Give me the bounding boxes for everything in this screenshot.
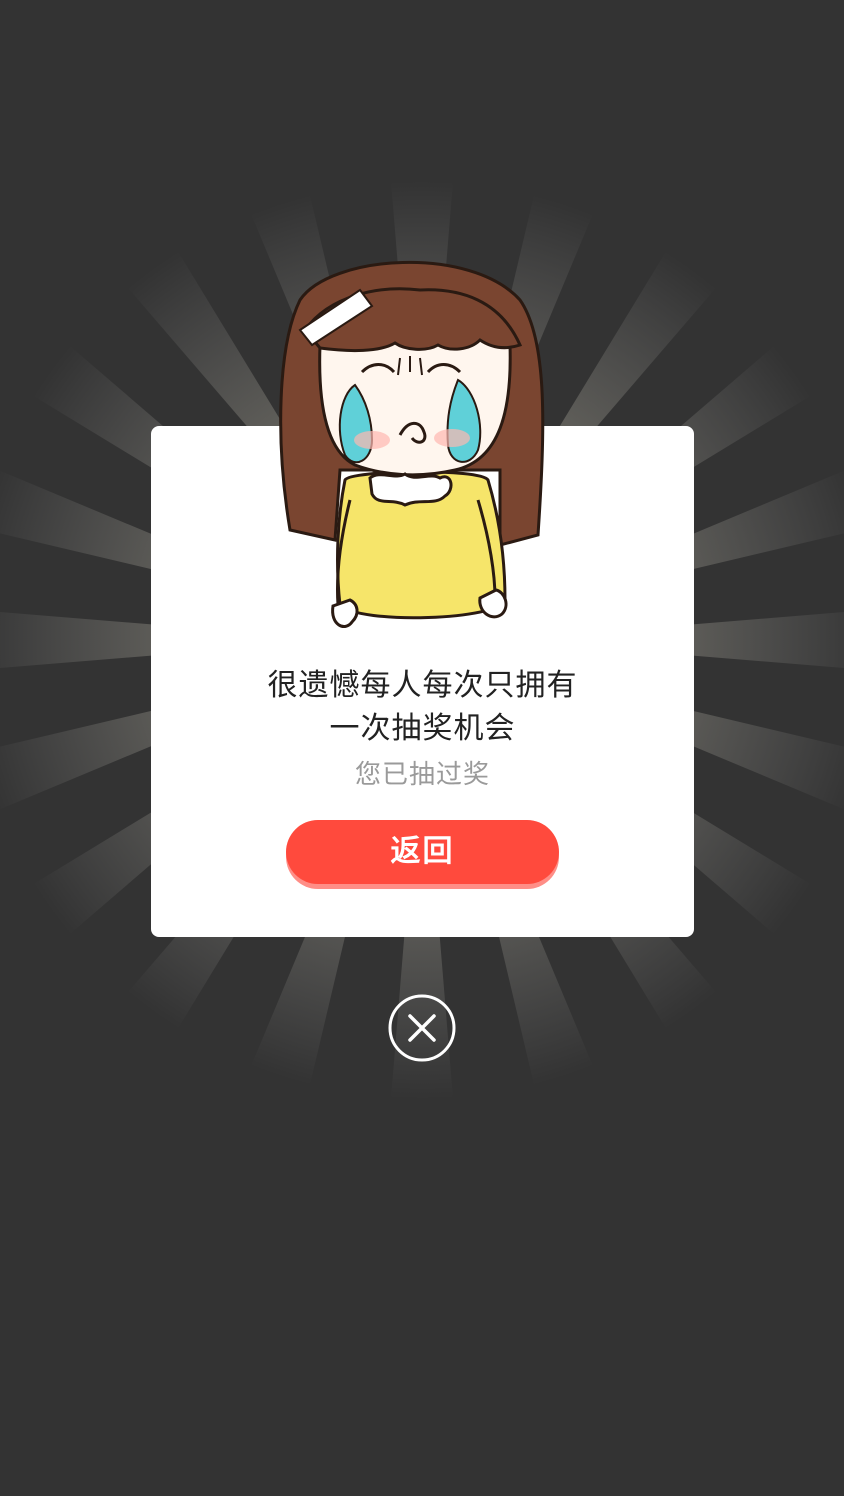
popup-overlay: 很遗憾每人每次只拥有 一次抽奖机会 您已抽过奖 返回 xyxy=(0,0,844,1496)
crying-girl-illustration xyxy=(279,260,545,628)
result-message-line2: 一次抽奖机会 xyxy=(329,711,516,746)
close-button[interactable] xyxy=(388,994,456,1062)
close-icon xyxy=(388,994,456,1062)
back-button[interactable]: 返回 xyxy=(286,820,559,884)
result-message-line1: 很遗憾每人每次只拥有 xyxy=(267,668,578,703)
result-subtext: 您已抽过奖 xyxy=(354,760,490,790)
